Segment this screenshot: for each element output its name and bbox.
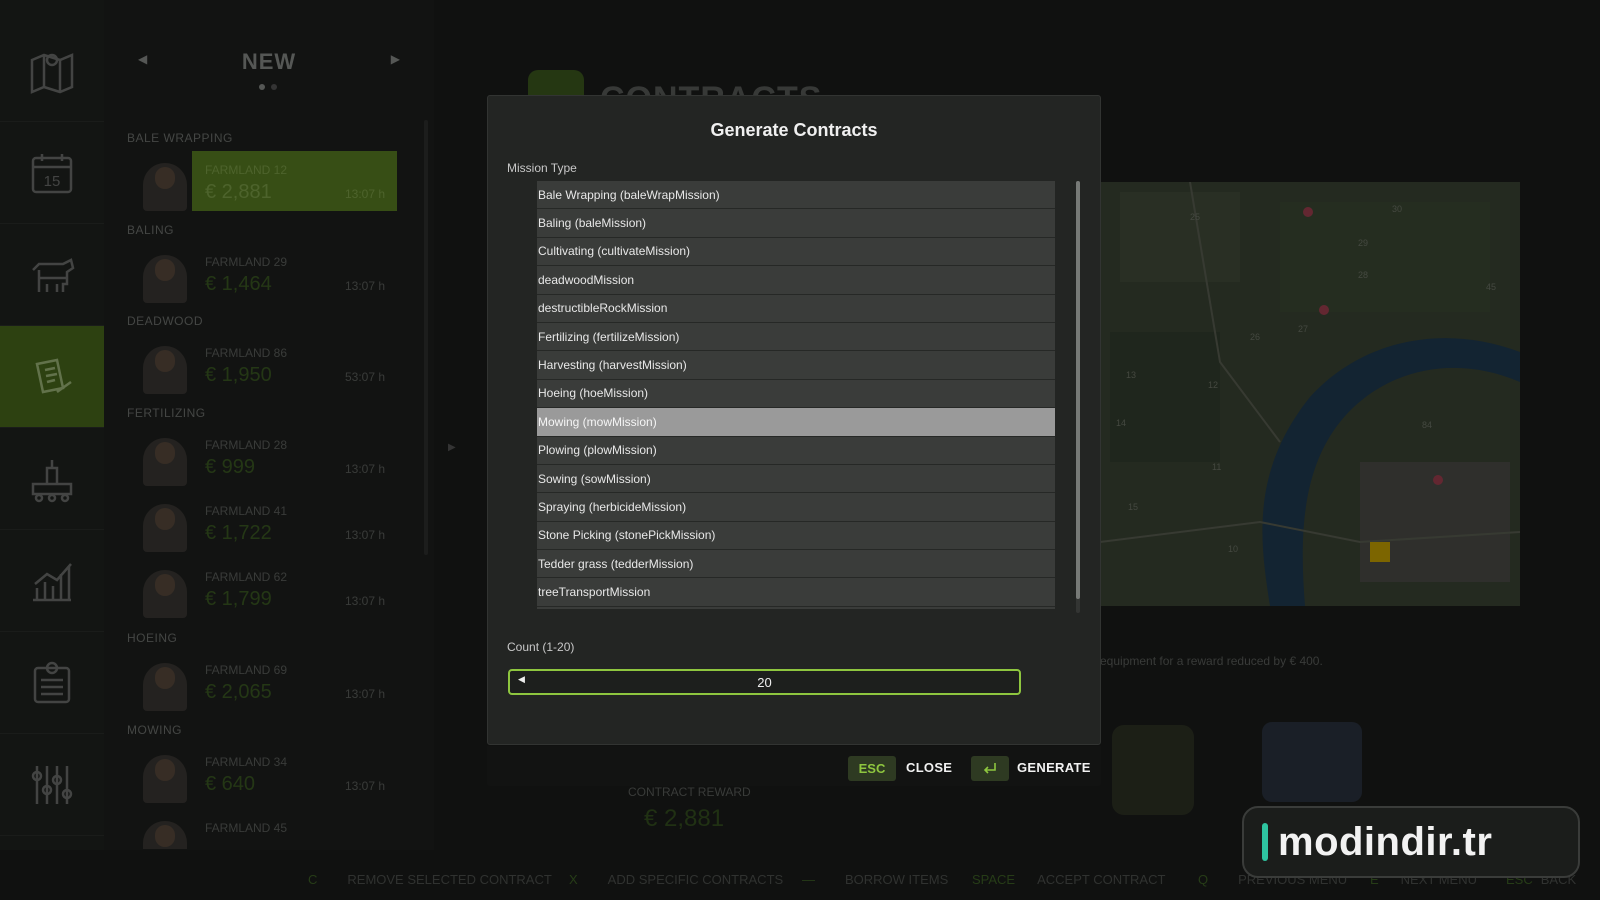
mission-option[interactable]: Tedder grass (tedderMission) [537,550,1055,579]
mission-list-scrollbar[interactable] [1076,181,1080,613]
dialog-title: Generate Contracts [710,120,878,140]
mission-option[interactable]: Fertilizing (fertilizeMission) [537,322,1055,352]
mission-option[interactable]: deadwoodMission [537,266,1055,295]
mission-option[interactable]: Harvesting (harvestMission) [537,351,1055,380]
mission-option[interactable]: Bale Wrapping (baleWrapMission) [537,181,1055,210]
scrollbar-thumb[interactable] [1076,181,1080,599]
mission-option-selected[interactable]: Mowing (mowMission) [537,408,1055,437]
esc-key-badge: ESC [848,756,896,781]
mission-option[interactable] [537,606,1055,609]
enter-icon [971,756,1009,781]
mission-option[interactable]: Plowing (plowMission) [537,436,1055,465]
mission-option[interactable]: destructibleRockMission [537,294,1055,323]
close-button[interactable]: CLOSE [906,760,952,775]
mission-type-label: Mission Type [507,161,577,175]
dialog-footer: ESC CLOSE GENERATE [487,746,1101,786]
mission-option[interactable]: Sowing (sowMission) [537,464,1055,494]
mission-type-list[interactable]: Bale Wrapping (baleWrapMission) Baling (… [537,181,1055,609]
count-stepper[interactable]: ◀ 20 [508,669,1021,695]
watermark-bar [1262,823,1268,861]
mission-option[interactable]: Spraying (herbicideMission) [537,493,1055,522]
generate-button[interactable]: GENERATE [1017,760,1091,775]
generate-contracts-dialog: Generate Contracts Mission Type Bale Wra… [487,95,1101,745]
mission-option[interactable]: treeTransportMission [537,578,1055,607]
watermark-logo: modindir.tr [1242,806,1580,878]
watermark-text: modindir.tr [1278,819,1493,864]
mission-option[interactable]: Baling (baleMission) [537,209,1055,238]
mission-option[interactable]: Hoeing (hoeMission) [537,379,1055,409]
count-label: Count (1-20) [507,640,575,654]
mission-option[interactable]: Stone Picking (stonePickMission) [537,521,1055,551]
mission-option[interactable]: Cultivating (cultivateMission) [537,237,1055,267]
count-value: 20 [757,675,772,690]
